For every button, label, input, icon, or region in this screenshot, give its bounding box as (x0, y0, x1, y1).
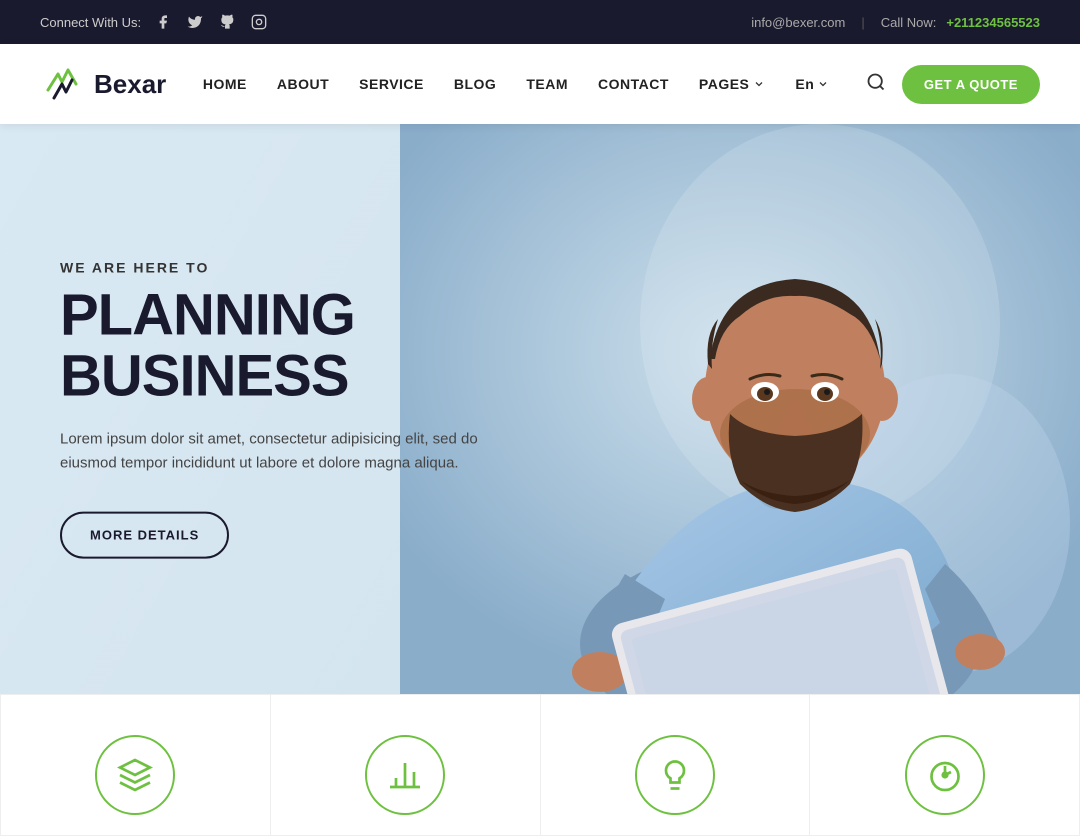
topbar-right: info@bexer.com | Call Now: +211234565523 (751, 15, 1040, 30)
diamond-icon (95, 735, 175, 815)
twitter-icon[interactable] (185, 12, 205, 32)
logo-icon (40, 62, 84, 106)
logo[interactable]: Bexar (40, 62, 166, 106)
hero-cta-button[interactable]: MORE DETAILS (60, 511, 229, 558)
phone-number: +211234565523 (946, 15, 1040, 30)
navbar: Bexar HOME ABOUT SERVICE BLOG TEAM CONTA… (0, 44, 1080, 124)
hero-section: WE ARE HERE TO PLANNING BUSINESS Lorem i… (0, 124, 1080, 694)
nav-lang[interactable]: En (795, 76, 829, 92)
search-icon (866, 72, 886, 92)
call-label: Call Now: (881, 15, 937, 30)
hero-subtitle: WE ARE HERE TO (60, 260, 580, 276)
connect-label: Connect With Us: (40, 15, 141, 30)
bar-chart-icon (365, 735, 445, 815)
email-text: info@bexer.com (751, 15, 845, 30)
nav-right: GET A QUOTE (866, 65, 1040, 104)
feature-card-lightbulb (540, 694, 810, 836)
feature-card-chart (270, 694, 540, 836)
nav-home[interactable]: HOME (203, 76, 247, 92)
feature-card-diamond (0, 694, 270, 836)
features-row (0, 694, 1080, 836)
lightbulb-icon (635, 735, 715, 815)
hero-content: WE ARE HERE TO PLANNING BUSINESS Lorem i… (60, 260, 580, 559)
speedometer-icon (905, 735, 985, 815)
nav-service[interactable]: SERVICE (359, 76, 424, 92)
nav-blog[interactable]: BLOG (454, 76, 496, 92)
feature-card-speed (809, 694, 1080, 836)
hero-title: PLANNING BUSINESS (60, 286, 580, 408)
divider: | (861, 15, 864, 30)
nav-team[interactable]: TEAM (526, 76, 568, 92)
quote-button[interactable]: GET A QUOTE (902, 65, 1040, 104)
nav-pages[interactable]: PAGES (699, 76, 765, 92)
chevron-down-icon (753, 78, 765, 90)
instagram-icon[interactable] (249, 12, 269, 32)
topbar-left: Connect With Us: (40, 12, 269, 32)
nav-about[interactable]: ABOUT (277, 76, 329, 92)
topbar: Connect With Us: info@bexer.com | Call N… (0, 0, 1080, 44)
logo-text: Bexar (94, 69, 166, 100)
facebook-icon[interactable] (153, 12, 173, 32)
nav-links: HOME ABOUT SERVICE BLOG TEAM CONTACT PAG… (203, 76, 829, 92)
chevron-down-icon-lang (817, 78, 829, 90)
nav-contact[interactable]: CONTACT (598, 76, 669, 92)
search-button[interactable] (866, 72, 886, 97)
hero-description: Lorem ipsum dolor sit amet, consectetur … (60, 427, 520, 475)
github-icon[interactable] (217, 12, 237, 32)
